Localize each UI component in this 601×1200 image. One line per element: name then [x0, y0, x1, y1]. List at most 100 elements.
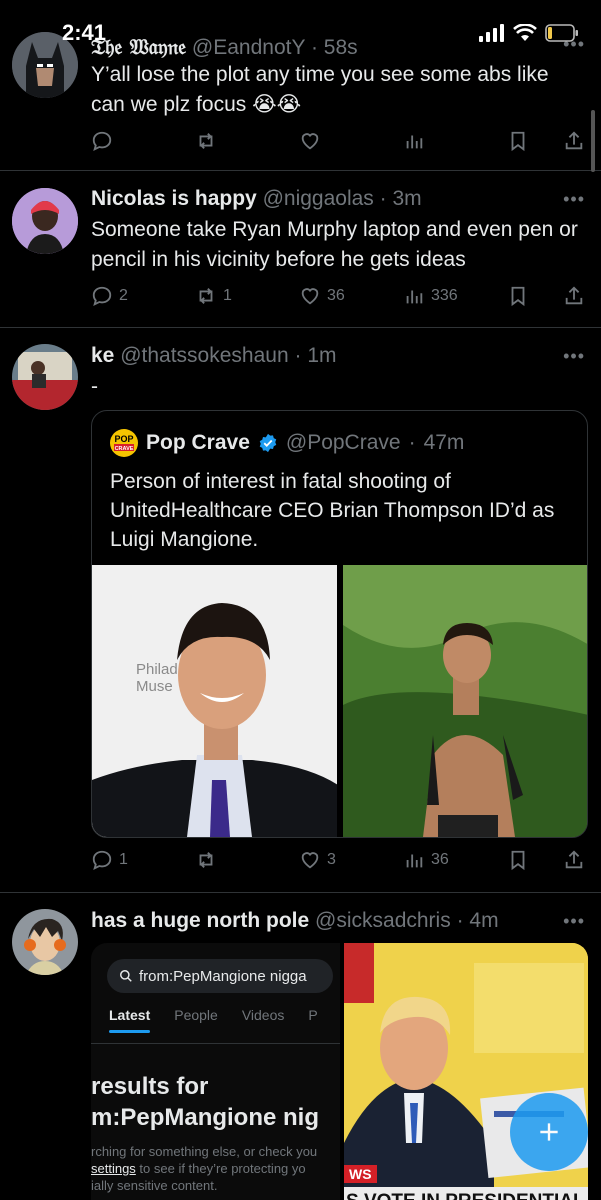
- like-button[interactable]: 3: [299, 849, 399, 871]
- bookmark-icon[interactable]: [507, 849, 529, 871]
- more-options-icon[interactable]: •••: [563, 189, 585, 210]
- media-image-headshot[interactable]: Philad Muse: [92, 565, 337, 837]
- like-button[interactable]: [299, 130, 399, 152]
- timestamp[interactable]: 3m: [393, 187, 422, 210]
- separator: ·: [379, 187, 387, 210]
- embedded-tab: Latest: [109, 1007, 151, 1033]
- handle[interactable]: @sicksadchris: [315, 909, 451, 932]
- views-button[interactable]: 336: [403, 285, 503, 307]
- plus-icon: [540, 1123, 558, 1141]
- headshot-photo-icon: [92, 565, 337, 837]
- quote-text: Person of interest in fatal shooting of …: [110, 470, 555, 551]
- news-ticker-text: S VOTE IN PRESIDENTIAL: [346, 1191, 585, 1200]
- reply-icon: [92, 850, 112, 870]
- signal-icon: [479, 24, 504, 42]
- display-name[interactable]: has a huge north pole: [91, 909, 309, 932]
- views-button[interactable]: [403, 130, 503, 152]
- reply-count: 2: [119, 287, 128, 304]
- reply-count: 1: [119, 851, 128, 868]
- status-bar: 2:41: [0, 0, 601, 45]
- retweet-icon: [199, 288, 213, 304]
- separator: ·: [294, 344, 302, 367]
- svg-text:CRAVE: CRAVE: [115, 446, 134, 452]
- handle[interactable]: @niggaolas: [263, 187, 374, 210]
- tweet-header: Nicolas is happy @niggaolas · 3m: [91, 187, 422, 211]
- retweet-icon: [199, 852, 213, 868]
- retweet-count: 1: [223, 287, 232, 304]
- wifi-icon: [513, 24, 537, 41]
- quote-header: POP CRAVE Pop Crave @PopCrave · 47m: [110, 429, 464, 457]
- like-button[interactable]: 36: [299, 285, 399, 307]
- handle[interactable]: @thatssokeshaun: [120, 344, 288, 367]
- avatar[interactable]: [12, 188, 78, 254]
- tweet-text: Someone take Ryan Murphy laptop and even…: [91, 218, 578, 271]
- retweet-button[interactable]: [195, 849, 295, 871]
- separator: ·: [408, 431, 416, 454]
- avatar[interactable]: [12, 909, 78, 975]
- reply-icon: [92, 131, 112, 151]
- views-icon: [406, 854, 423, 868]
- heart-icon: [301, 133, 319, 150]
- quote-display-name[interactable]: Pop Crave: [146, 431, 250, 455]
- subtext-line: ially sensitive content.: [91, 1178, 218, 1193]
- reply-button[interactable]: 1: [91, 849, 191, 871]
- tweet-actions: [91, 126, 585, 156]
- retweet-button[interactable]: 1: [195, 285, 295, 307]
- display-name[interactable]: Nicolas is happy: [91, 187, 257, 210]
- news-channel-tag: WS: [344, 1165, 377, 1183]
- heart-icon: [301, 852, 319, 869]
- media-image-hike[interactable]: [342, 565, 587, 837]
- embedded-tabs: Latest People Videos P: [109, 1007, 318, 1033]
- embedded-search-query: from:PepMangione nigga: [139, 967, 307, 985]
- separator: ·: [456, 909, 464, 932]
- subtext-line: rching for something else, or check you: [91, 1144, 318, 1159]
- retweet-button[interactable]: [195, 130, 295, 152]
- share-icon[interactable]: [563, 130, 585, 152]
- bookmark-icon[interactable]: [507, 130, 529, 152]
- timestamp[interactable]: 1m: [307, 344, 336, 367]
- views-count: 36: [431, 851, 449, 868]
- status-icons: [479, 24, 579, 42]
- embedded-tab: Videos: [241, 1007, 285, 1023]
- avatar[interactable]: [12, 344, 78, 410]
- compose-tweet-button[interactable]: [510, 1093, 588, 1171]
- quote-handle[interactable]: @PopCrave: [286, 431, 401, 455]
- subtext-line: to see if they’re protecting yo: [135, 1161, 306, 1176]
- divider: [91, 1043, 340, 1044]
- scrollbar[interactable]: [591, 110, 595, 172]
- retweet-icon: [199, 133, 213, 149]
- tweet-actions: 1 3 36: [91, 845, 585, 875]
- quote-tweet[interactable]: POP CRAVE Pop Crave @PopCrave · 47m Pers…: [91, 410, 588, 838]
- embedded-tab: P: [308, 1007, 318, 1023]
- embedded-results-heading: results for m:PepMangione nig: [91, 1071, 319, 1133]
- quote-timestamp[interactable]: 47m: [424, 431, 465, 455]
- tweet-actions: 2 1 36 336: [91, 281, 585, 311]
- reply-icon: [92, 286, 112, 306]
- quote-media[interactable]: Philad Muse: [92, 565, 587, 837]
- pop-crave-logo-icon: POP CRAVE: [110, 429, 138, 457]
- like-count: 36: [327, 287, 345, 304]
- tweet-header: ke @thatssokeshaun · 1m: [91, 344, 337, 368]
- reply-button[interactable]: 2: [91, 285, 191, 307]
- share-icon[interactable]: [563, 285, 585, 307]
- bookmark-icon[interactable]: [507, 285, 529, 307]
- hike-photo-icon: [342, 565, 587, 837]
- timestamp[interactable]: 4m: [469, 909, 498, 932]
- tweet-3[interactable]: ke @thatssokeshaun · 1m ••• - POP CRAVE …: [0, 328, 601, 893]
- display-name[interactable]: ke: [91, 344, 114, 367]
- tweet-media[interactable]: from:PepMangione nigga Latest People Vid…: [91, 943, 588, 1200]
- share-icon[interactable]: [563, 849, 585, 871]
- anime-avatar-icon: [12, 909, 78, 975]
- media-image-screenshot[interactable]: from:PepMangione nigga Latest People Vid…: [91, 943, 340, 1200]
- embedded-results-subtext: rching for something else, or check you …: [91, 1143, 340, 1194]
- reply-button[interactable]: [91, 130, 191, 152]
- views-button[interactable]: 36: [403, 849, 503, 871]
- battery-icon: [545, 24, 578, 42]
- more-options-icon[interactable]: •••: [563, 911, 585, 932]
- tweet-2[interactable]: Nicolas is happy @niggaolas · 3m ••• Som…: [0, 171, 601, 328]
- more-options-icon[interactable]: •••: [563, 346, 585, 367]
- like-count: 3: [327, 851, 336, 868]
- views-count: 336: [431, 287, 458, 304]
- svg-text:POP: POP: [114, 434, 133, 444]
- tweet-4[interactable]: has a huge north pole @sicksadchris · 4m…: [0, 893, 601, 1200]
